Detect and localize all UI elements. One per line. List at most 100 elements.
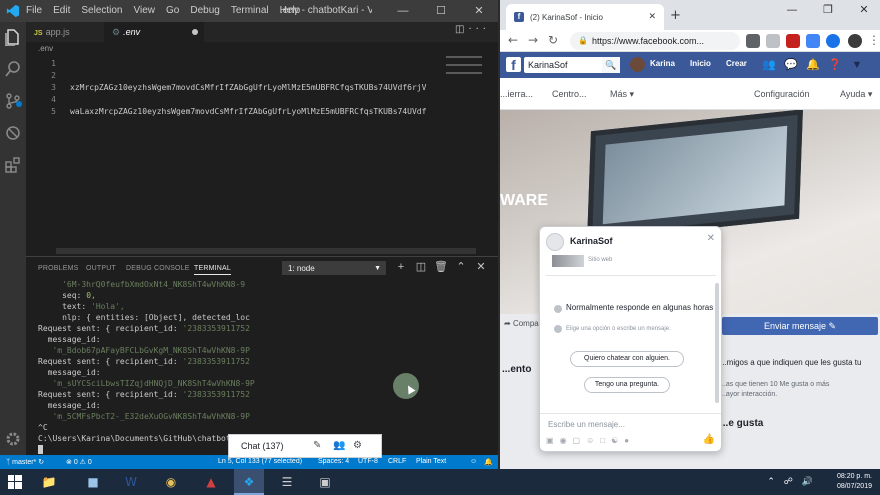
gear-icon[interactable]: ⚙ [353, 440, 362, 451]
more-actions-icon[interactable]: ··· [468, 24, 490, 35]
explorer-icon[interactable] [4, 28, 22, 47]
share-button[interactable]: ➦ Compa [504, 319, 539, 328]
search-icon[interactable]: 🔍 [602, 57, 620, 73]
system-tray[interactable]: ⌃ ☍ 🔊 [767, 477, 816, 487]
tab-env[interactable]: ⚙ .env [104, 22, 204, 42]
group-icon[interactable]: 👥 [333, 440, 345, 451]
tab-problems[interactable]: PROBLEMS [38, 265, 79, 272]
source-control-icon[interactable] [4, 92, 22, 110]
home-link[interactable]: Inicio [690, 59, 711, 68]
close-icon[interactable]: ✕ [846, 0, 880, 22]
tab-output[interactable]: OUTPUT [86, 265, 116, 272]
breadcrumb[interactable]: .env [26, 42, 498, 56]
friends-icon[interactable]: 👥 [762, 58, 776, 72]
subnav-settings[interactable]: Configuración [754, 89, 810, 99]
branch-status[interactable]: ᛉ master* ↻ [6, 458, 44, 466]
split-terminal-icon[interactable]: ◫ [414, 260, 428, 274]
minimap[interactable] [446, 56, 486, 86]
close-tab-icon[interactable]: ✕ [648, 11, 656, 22]
extension-icon[interactable] [826, 34, 840, 48]
quick-reply-button[interactable]: Tengo una pregunta. [584, 377, 670, 393]
address-bar[interactable]: 🔒 https://www.facebook.com... [570, 32, 740, 50]
indentation-status[interactable]: Spaces: 4 [318, 458, 349, 465]
menu-selection[interactable]: Selection [81, 5, 122, 16]
minimize-icon[interactable]: — [384, 0, 422, 22]
encoding-status[interactable]: UTF-8 [358, 458, 378, 465]
cursor-position[interactable]: Ln 5, Col 133 (77 selected) [218, 458, 302, 465]
menu-dots-icon[interactable]: ⋮ [868, 33, 880, 47]
new-terminal-icon[interactable]: + [394, 260, 408, 274]
attach-icon[interactable]: ☯ [611, 436, 624, 445]
chat-title[interactable]: KarinaSof [570, 236, 613, 246]
unsaved-dot-icon[interactable] [192, 29, 198, 35]
taskbar-vscode-icon[interactable]: ❖ [234, 469, 264, 495]
smiley-icon[interactable]: ☺ [470, 458, 477, 465]
close-icon[interactable]: ✕ [707, 233, 715, 244]
taskbar-word-icon[interactable]: W [116, 469, 146, 495]
taskbar-chrome-icon[interactable]: ◉ [156, 469, 186, 495]
bell-icon[interactable]: 🔔 [484, 458, 493, 466]
taskbar-file-explorer-icon[interactable]: 📁 [34, 469, 64, 495]
messenger-icon[interactable]: 💬 [784, 58, 798, 72]
menu-edit[interactable]: Edit [53, 5, 70, 16]
back-icon[interactable]: ← [508, 33, 518, 47]
menu-debug[interactable]: Debug [190, 5, 219, 16]
notifications-icon[interactable]: 🔔 [806, 58, 820, 72]
camera-icon[interactable]: ◉ [560, 436, 573, 445]
debug-icon[interactable] [4, 124, 22, 142]
thumbs-up-icon[interactable]: 👍 [703, 434, 715, 445]
extension-icon[interactable] [766, 34, 780, 48]
horizontal-scrollbar[interactable] [56, 248, 476, 254]
tab-app-js[interactable]: JS app.js [26, 22, 104, 42]
close-icon[interactable]: ✕ [460, 0, 498, 22]
message-input[interactable]: Escribe un mensaje... [548, 420, 625, 429]
language-status[interactable]: Plain Text [416, 458, 446, 465]
game-icon[interactable]: ● [624, 436, 635, 445]
subnav-item[interactable]: Centro... [552, 89, 587, 99]
taskbar-app-icon[interactable]: ▲ [196, 469, 226, 495]
menu-go[interactable]: Go [166, 5, 179, 16]
taskbar-app-icon[interactable]: ☰ [272, 469, 302, 495]
help-icon[interactable]: ❓ [828, 58, 842, 72]
menu-file[interactable]: File [26, 5, 42, 16]
extension-icon[interactable] [746, 34, 760, 48]
facebook-logo-icon[interactable]: f [506, 57, 521, 73]
browser-tab[interactable]: f (2) KarinaSof - Inicio ✕ [506, 4, 664, 30]
restore-icon[interactable]: ❐ [810, 0, 846, 22]
taskbar-clock[interactable]: 08:20 p. m. 08/07/2019 [837, 472, 872, 492]
maximize-icon[interactable]: ☐ [422, 0, 460, 22]
settings-gear-icon[interactable] [4, 430, 22, 448]
minimize-icon[interactable]: — [774, 0, 810, 22]
profile-avatar[interactable] [848, 34, 862, 48]
extension-icon[interactable] [786, 34, 800, 48]
extensions-icon[interactable] [4, 156, 22, 174]
menu-terminal[interactable]: Terminal [231, 5, 269, 16]
code-editor[interactable]: 1 2 3 xzMrcpZAGz10eyzhsWgem7movdCsMfrIfZA… [26, 56, 498, 256]
terminal-output[interactable]: '6M-3hrQ0feufbXmdOxNt4_NK8ShT4wVhKN8-9 s… [38, 279, 490, 455]
extension-icon[interactable] [806, 34, 820, 48]
sticker-icon[interactable]: □ [600, 436, 611, 445]
maximize-panel-icon[interactable]: ⌃ [454, 260, 468, 274]
taskbar-app-icon[interactable]: ▣ [310, 469, 340, 495]
tab-terminal[interactable]: TERMINAL [194, 265, 231, 275]
new-tab-icon[interactable]: + [670, 8, 681, 23]
windows-start-icon[interactable] [8, 475, 22, 489]
account-menu-icon[interactable]: ▼ [850, 58, 864, 72]
subnav-help[interactable]: Ayuda ▾ [840, 89, 872, 100]
forward-icon[interactable]: → [528, 33, 538, 47]
emoji-icon[interactable]: ☺ [586, 436, 600, 445]
taskbar-box-icon[interactable]: ■ [78, 469, 108, 495]
send-message-button[interactable]: Enviar mensaje ✎ [722, 317, 878, 335]
profile-link[interactable]: Karina [650, 59, 675, 68]
trash-icon[interactable]: 🗑 [434, 260, 448, 274]
subnav-item[interactable]: Más ▾ [610, 89, 634, 100]
reload-icon[interactable]: ↻ [548, 33, 558, 47]
scrollbar[interactable] [715, 283, 719, 403]
tab-debug-console[interactable]: DEBUG CONSOLE [126, 265, 190, 272]
split-editor-icon[interactable]: ◫ [455, 24, 468, 35]
compose-icon[interactable]: ✎ [313, 440, 321, 451]
subnav-item[interactable]: ...ierra... [500, 89, 533, 99]
create-link[interactable]: Crear [726, 59, 747, 68]
avatar[interactable] [630, 57, 645, 72]
image-icon[interactable]: ▣ [546, 436, 560, 445]
